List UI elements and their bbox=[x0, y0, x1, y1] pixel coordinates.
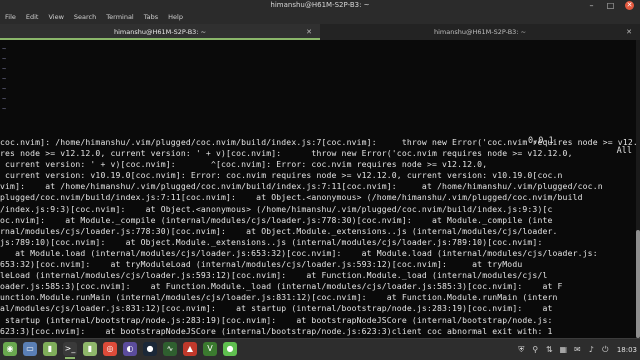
pdf-reader-icon[interactable]: ▲ bbox=[183, 342, 197, 356]
menu-search[interactable]: Search bbox=[69, 11, 101, 24]
terminal-icon[interactable]: >_ bbox=[63, 342, 77, 359]
terminal-line: leLoad (internal/modules/cjs/loader.js:5… bbox=[0, 270, 548, 281]
power-icon[interactable]: ⏻ bbox=[601, 345, 610, 354]
menu-edit[interactable]: Edit bbox=[21, 11, 44, 24]
menu-icon[interactable]: ◉ bbox=[3, 342, 17, 356]
menu-help[interactable]: Help bbox=[163, 11, 188, 24]
empty-line-marker: ~ bbox=[2, 75, 7, 83]
taskbar: ◉ ▭ ▮ >_ ▮ ◎ ◐ ● ∿ ▲ V ● ⛨ ⚲ ⇅ ▦ ✉ ♪ ⏻ 18:03 bbox=[0, 338, 640, 360]
terminal-line: res node >= v12.12.0, current version: '… bbox=[0, 148, 573, 159]
terminal-line: rnal/modules/cjs/loader.js:778:30)[coc.n… bbox=[0, 225, 558, 236]
files-icon[interactable]: ▮ bbox=[43, 342, 57, 356]
menu-file[interactable]: File bbox=[0, 11, 21, 24]
terminal-line: al/modules/cjs/loader.js:831:12)[coc.nvi… bbox=[0, 303, 553, 314]
minimize-button[interactable]: – bbox=[587, 1, 596, 10]
clock[interactable]: 18:03 bbox=[617, 346, 637, 354]
volume-icon[interactable]: ♪ bbox=[587, 345, 596, 354]
menu-tabs[interactable]: Tabs bbox=[139, 11, 163, 24]
terminal-line: unction.Module.runMain (internal/modules… bbox=[0, 292, 558, 303]
error-output: coc.nvim]: /home/himanshu/.vim/plugged/c… bbox=[0, 137, 636, 337]
vim-status-line: 0,0-1 All bbox=[0, 126, 636, 156]
tab-terminal-2[interactable]: himanshu@H61M-S2P-B3: ~ ✕ bbox=[320, 24, 640, 40]
terminal-line: current version: v10.19.0[coc.nvim]: Err… bbox=[0, 170, 563, 181]
empty-line-marker: ~ bbox=[2, 105, 7, 113]
window-titlebar[interactable]: himanshu@H61M-S2P-B3: ~ – □ ✕ bbox=[0, 0, 640, 11]
terminal-line: plugged/coc.nvim/build/index.js:7:11[coc… bbox=[0, 192, 583, 203]
window-title: himanshu@H61M-S2P-B3: ~ bbox=[270, 1, 370, 9]
keyboard-icon[interactable]: ▦ bbox=[559, 345, 568, 354]
notification-icon[interactable]: ✉ bbox=[573, 345, 582, 354]
scrollbar-thumb[interactable] bbox=[636, 230, 640, 338]
terminal-line: at Module.load (internal/modules/cjs/loa… bbox=[0, 247, 598, 258]
terminal-line: vim]: at /home/himanshu/.vim/plugged/coc… bbox=[0, 181, 603, 192]
menu-bar: File Edit View Search Terminal Tabs Help bbox=[0, 11, 640, 24]
menu-view[interactable]: View bbox=[43, 11, 68, 24]
close-button[interactable]: ✕ bbox=[625, 1, 634, 10]
taskbar-apps: ◉ ▭ ▮ >_ ▮ ◎ ◐ ● ∿ ▲ V ● bbox=[0, 340, 240, 359]
folder-icon[interactable]: ▮ bbox=[83, 342, 97, 356]
terminal-scrollbar[interactable] bbox=[636, 40, 640, 338]
menu-terminal[interactable]: Terminal bbox=[101, 11, 138, 24]
window-controls: – □ ✕ bbox=[587, 1, 634, 10]
terminal-line: /index.js:9:3)[coc.nvim]: at Object.<ano… bbox=[0, 203, 553, 214]
empty-line-marker: ~ bbox=[2, 95, 7, 103]
terminal-line: oc.nvim]: at Module._compile (internal/m… bbox=[0, 214, 553, 225]
maximize-button[interactable]: □ bbox=[606, 1, 615, 10]
tab-bar: himanshu@H61M-S2P-B3: ~ ✕ himanshu@H61M-… bbox=[0, 24, 640, 41]
empty-line-marker: ~ bbox=[2, 45, 7, 53]
empty-line-marker: ~ bbox=[2, 85, 7, 93]
tab-label: himanshu@H61M-S2P-B3: ~ bbox=[433, 28, 527, 36]
system-tray: ⛨ ⚲ ⇅ ▦ ✉ ♪ ⏻ 18:03 bbox=[517, 339, 637, 360]
tab-close-icon[interactable]: ✕ bbox=[306, 24, 312, 40]
tab-close-icon[interactable]: ✕ bbox=[626, 24, 632, 40]
terminal-line: oader.js:585:3)[coc.nvim]: at Function.M… bbox=[0, 281, 563, 292]
terminal-line: 653:32)[coc.nvim]: at tryModuleLoad (int… bbox=[0, 259, 523, 270]
empty-line-marker: ~ bbox=[2, 65, 7, 73]
steam-icon[interactable]: ● bbox=[143, 342, 157, 356]
terminal-output[interactable]: ~ ~ ~ ~ ~ ~ ~ 0,0-1 All coc.nvim]: /home… bbox=[0, 40, 636, 338]
network-icon[interactable]: ⇅ bbox=[545, 345, 554, 354]
terminal-line: current version: ' + v)[coc.nvim]: ^[coc… bbox=[0, 159, 488, 170]
eclipse-icon[interactable]: ◐ bbox=[123, 342, 137, 356]
system-monitor-icon[interactable]: ∿ bbox=[163, 342, 177, 356]
tab-label: himanshu@H61M-S2P-B3: ~ bbox=[113, 28, 207, 36]
terminal-line: js:789:10)[coc.nvim]: at Object.Module._… bbox=[0, 236, 543, 247]
vim-icon[interactable]: V bbox=[203, 342, 217, 356]
terminal-line: 623:3)[coc.nvim]: at bootstrapNodeJSCore… bbox=[0, 325, 553, 336]
terminal-line: startup (internal/bootstrap/node.js:283:… bbox=[0, 314, 553, 325]
empty-line-marker: ~ bbox=[2, 55, 7, 63]
chrome-icon[interactable]: ◎ bbox=[103, 342, 117, 356]
show-desktop-icon[interactable]: ▭ bbox=[23, 342, 37, 356]
app-green-icon[interactable]: ● bbox=[223, 342, 237, 356]
tab-terminal-1[interactable]: himanshu@H61M-S2P-B3: ~ ✕ bbox=[0, 24, 320, 40]
bluetooth-icon[interactable]: ⚲ bbox=[531, 345, 540, 354]
shield-icon[interactable]: ⛨ bbox=[517, 345, 526, 354]
terminal-line: coc.nvim]: /home/himanshu/.vim/plugged/c… bbox=[0, 137, 636, 147]
